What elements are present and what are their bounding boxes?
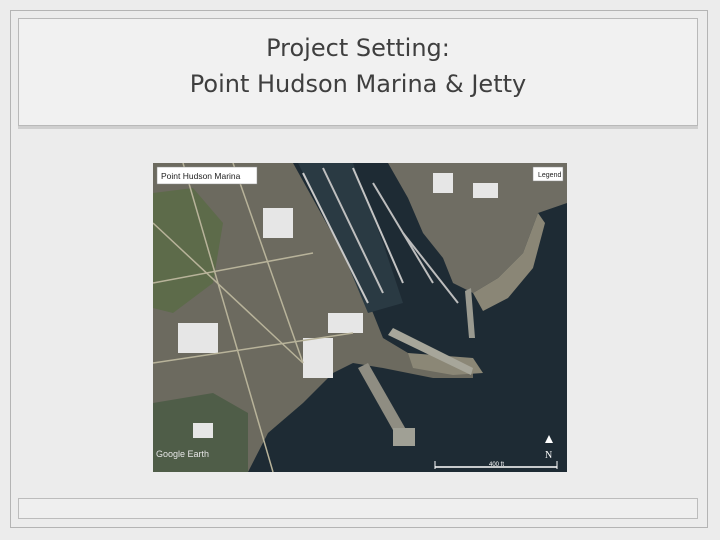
aerial-map-image: Point Hudson Marina Legend N 400 ft Goog…	[153, 163, 567, 472]
title-divider	[18, 126, 698, 129]
slide-title-line-1: Project Setting:	[266, 34, 450, 62]
slide-title-line-2: Point Hudson Marina & Jetty	[189, 70, 527, 98]
slide: Project Setting: Point Hudson Marina & J…	[0, 0, 720, 540]
north-label: N	[545, 450, 552, 461]
footer-bar	[18, 498, 698, 519]
legend-label: Legend	[538, 172, 561, 179]
place-label: Point Hudson Marina	[161, 171, 241, 181]
map-attribution: Google Earth	[156, 449, 209, 459]
scale-label: 400 ft	[489, 462, 504, 468]
jetty-end	[393, 428, 415, 446]
slide-title: Project Setting: Point Hudson Marina & J…	[18, 30, 698, 102]
aerial-map-svg: Point Hudson Marina Legend N 400 ft Goog…	[153, 163, 567, 472]
